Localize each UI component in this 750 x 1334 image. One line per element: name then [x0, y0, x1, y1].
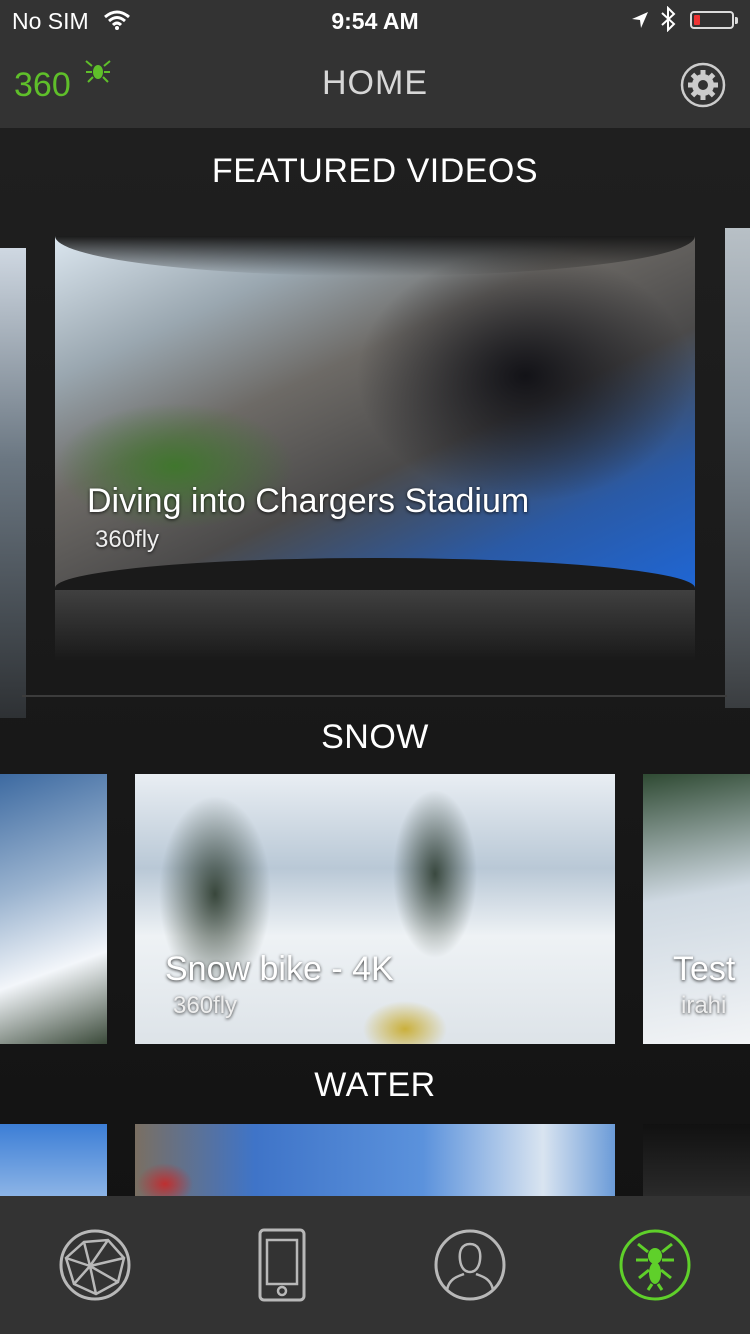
- video-author: irahi: [681, 992, 727, 1019]
- page-title: HOME: [322, 64, 428, 102]
- tab-device[interactable]: [245, 1228, 319, 1302]
- profile-icon: [434, 1229, 506, 1301]
- snow-card-previous[interactable]: [0, 774, 107, 1044]
- fly-home-icon: [619, 1229, 691, 1301]
- water-card-next[interactable]: [643, 1124, 750, 1196]
- phone-device-icon: [258, 1228, 306, 1302]
- nav-bar: 360 HOME: [0, 40, 750, 129]
- gear-icon[interactable]: [680, 62, 726, 113]
- video-author: 360fly: [173, 992, 238, 1019]
- tab-bar: [0, 1196, 750, 1334]
- status-bar: No SIM 9:54 AM: [0, 0, 750, 40]
- featured-card-previous[interactable]: [0, 248, 26, 718]
- featured-card-reflection: [55, 590, 695, 660]
- globe-explore-icon: [59, 1229, 131, 1301]
- snow-video-card-next[interactable]: Test irahi: [643, 774, 750, 1044]
- tab-home[interactable]: [618, 1228, 692, 1302]
- water-video-card[interactable]: [135, 1124, 615, 1196]
- battery-low-icon: [690, 11, 738, 29]
- featured-card-next[interactable]: [725, 228, 750, 708]
- section-title-featured: FEATURED VIDEOS: [211, 152, 539, 190]
- section-title-snow: SNOW: [321, 718, 429, 756]
- bluetooth-icon: [660, 5, 676, 39]
- snow-video-card[interactable]: Snow bike - 4K 360fly: [135, 774, 615, 1044]
- water-card-previous[interactable]: [0, 1124, 107, 1196]
- featured-video-card[interactable]: Diving into Chargers Stadium 360fly: [55, 236, 695, 588]
- section-divider: [22, 695, 727, 697]
- tab-profile[interactable]: [433, 1228, 507, 1302]
- home-feed[interactable]: FEATURED VIDEOS Diving into Chargers Sta…: [0, 128, 750, 1196]
- video-author: 360fly: [95, 526, 160, 553]
- video-title: Snow bike - 4K: [165, 950, 394, 988]
- video-title: Diving into Chargers Stadium: [87, 482, 530, 520]
- tab-explore[interactable]: [58, 1228, 132, 1302]
- location-arrow-icon: [630, 9, 650, 36]
- video-title: Test: [673, 950, 736, 988]
- section-title-water: WATER: [314, 1066, 436, 1104]
